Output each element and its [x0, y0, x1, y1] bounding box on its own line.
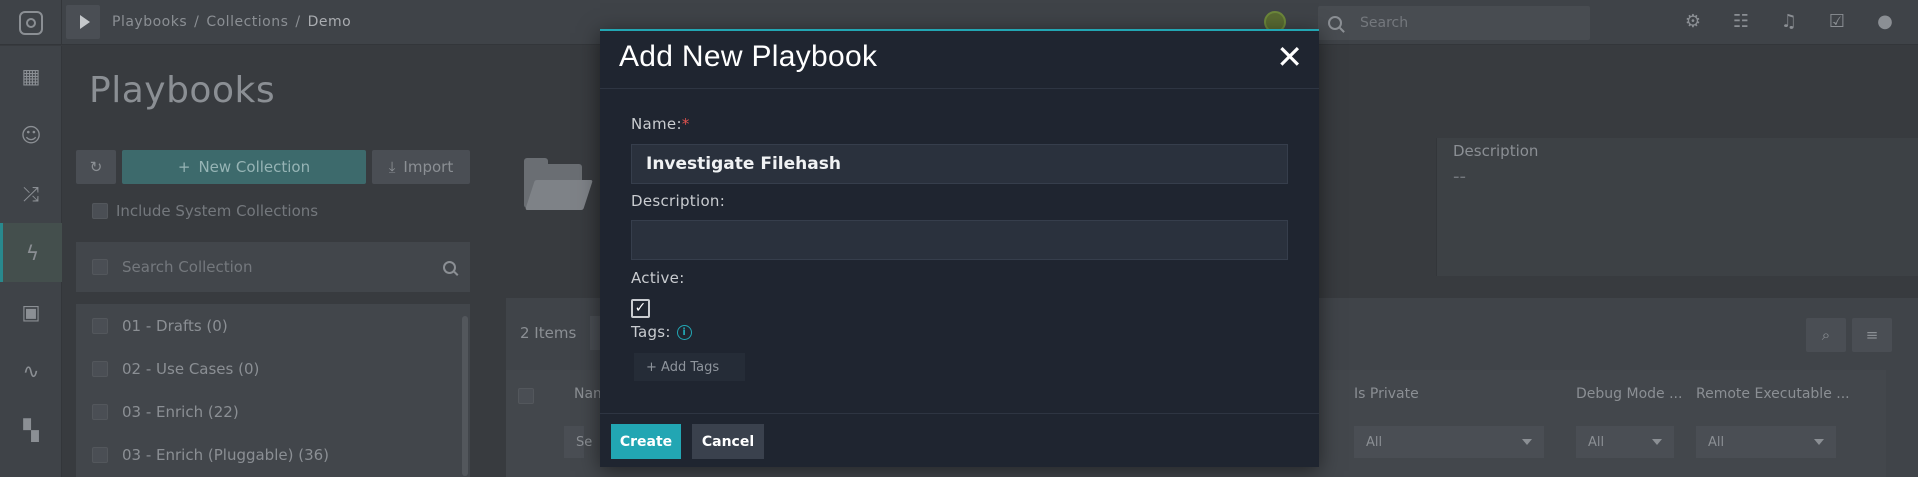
dialog-footer: Create Cancel [600, 413, 1319, 469]
description-label: Description: [631, 192, 726, 210]
tags-label: Tags: i [631, 323, 692, 341]
add-tags-input[interactable]: + Add Tags [634, 353, 745, 381]
required-mark: * [681, 115, 690, 133]
create-button[interactable]: Create [611, 424, 681, 459]
dialog-header: Add New Playbook ✕ [600, 31, 1319, 89]
info-icon[interactable]: i [676, 325, 692, 340]
name-field[interactable] [631, 144, 1288, 184]
cancel-button[interactable]: Cancel [692, 424, 764, 459]
dialog-title: Add New Playbook [619, 40, 878, 73]
description-field[interactable] [631, 220, 1288, 260]
active-label: Active: [631, 269, 685, 287]
close-icon[interactable]: ✕ [1276, 39, 1303, 75]
active-checkbox[interactable]: ✓ [631, 299, 650, 318]
add-playbook-dialog: Add New Playbook ✕ Name:* Description: A… [600, 29, 1319, 467]
name-label: Name:* [631, 115, 690, 133]
